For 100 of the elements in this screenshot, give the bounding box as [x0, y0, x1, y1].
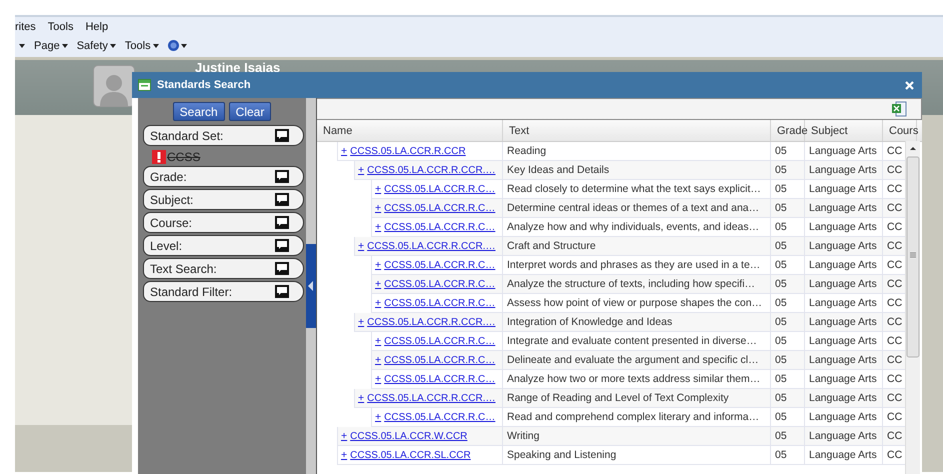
standard-link[interactable]: CCSS.05.LA.CCR.R.CCR.…: [367, 392, 496, 404]
expand-toggle[interactable]: +: [341, 430, 348, 442]
expand-toggle[interactable]: +: [375, 411, 382, 423]
speech-bubble-icon[interactable]: [275, 216, 289, 229]
help-icon[interactable]: [168, 40, 179, 51]
tree-node[interactable]: + CCSS.05.LA.CCR.R.C…: [371, 199, 503, 218]
action-button[interactable]: Search: [172, 102, 225, 121]
expand-toggle[interactable]: +: [341, 449, 348, 461]
standard-link[interactable]: CCSS.05.LA.CCR.W.CCR: [350, 430, 468, 442]
standard-link[interactable]: CCSS.05.LA.CCR.R.C…: [384, 298, 496, 308]
speech-bubble-icon[interactable]: [275, 170, 289, 183]
standard-link[interactable]: CCSS.05.LA.CCR.R.CCR: [350, 146, 466, 156]
grade-cell: 05: [771, 199, 805, 218]
menu-item[interactable]: rites: [15, 20, 36, 32]
window-icon: [138, 79, 151, 91]
tree-node[interactable]: + CCSS.05.LA.CCR.SL.CCR: [337, 446, 503, 465]
description-cell: Integration of Knowledge and Ideas: [503, 313, 771, 332]
speech-bubble-icon[interactable]: [275, 239, 289, 252]
expand-toggle[interactable]: +: [375, 354, 382, 366]
grade-cell: 05: [771, 389, 805, 408]
toolbar-menu-button[interactable]: Page: [34, 40, 68, 52]
filter-field[interactable]: Course:: [143, 212, 304, 233]
column-header[interactable]: Name: [317, 120, 503, 141]
tree-node[interactable]: + CCSS.05.LA.CCR.R.C…: [371, 275, 503, 294]
expand-toggle[interactable]: +: [358, 164, 364, 176]
expand-toggle[interactable]: +: [358, 392, 364, 404]
standard-link[interactable]: CCSS.05.LA.CCR.R.C…: [384, 336, 496, 346]
subject-cell: Language Arts: [805, 427, 883, 446]
speech-bubble-icon[interactable]: [275, 193, 289, 206]
dialog-title: Standards Search: [157, 79, 252, 91]
standard-link[interactable]: CCSS.05.LA.CCR.R.C…: [384, 374, 496, 384]
subject-cell: Language Arts: [805, 351, 883, 370]
expand-toggle[interactable]: +: [375, 278, 382, 290]
expand-toggle[interactable]: +: [375, 221, 382, 233]
standard-link[interactable]: CCSS.05.LA.CCR.R.C…: [384, 202, 496, 214]
action-button[interactable]: Clear: [228, 102, 272, 121]
menu-item[interactable]: Help: [85, 20, 108, 32]
expand-toggle[interactable]: +: [375, 373, 382, 385]
grade-cell: 05: [771, 427, 805, 446]
expand-toggle[interactable]: +: [375, 259, 382, 271]
standard-link[interactable]: CCSS.05.LA.CCR.R.C…: [384, 412, 496, 422]
standard-link[interactable]: CCSS.05.LA.CCR.R.C…: [384, 260, 496, 270]
expand-toggle[interactable]: +: [375, 202, 382, 214]
caret-icon: [152, 44, 159, 48]
subject-cell: Language Arts: [805, 237, 883, 256]
column-header[interactable]: Grade: [771, 120, 805, 141]
tree-node[interactable]: + CCSS.05.LA.CCR.R.CCR.…: [354, 237, 503, 256]
filter-field[interactable]: Subject:: [143, 189, 304, 210]
expand-toggle[interactable]: +: [375, 335, 382, 347]
speech-bubble-icon[interactable]: [275, 262, 289, 275]
expand-toggle[interactable]: +: [358, 240, 364, 252]
subject-cell: Language Arts: [805, 199, 883, 218]
speech-bubble-icon[interactable]: [275, 285, 289, 298]
grade-cell: 05: [771, 313, 805, 332]
description-cell: Key Ideas and Details: [503, 161, 771, 180]
scrollbar[interactable]: [905, 141, 920, 474]
grade-cell: 05: [771, 161, 805, 180]
filter-field[interactable]: Standard Filter:: [143, 281, 304, 302]
subject-cell: Language Arts: [805, 446, 883, 465]
filter-field[interactable]: Standard Set:: [143, 125, 304, 146]
toolbar-menu-button[interactable]: Tools: [124, 40, 159, 52]
standard-link[interactable]: CCSS.05.LA.CCR.R.CCR.…: [367, 316, 496, 328]
description-cell: Craft and Structure: [503, 237, 771, 256]
standard-link[interactable]: CCSS.05.LA.CCR.R.CCR.…: [367, 164, 496, 176]
description-cell: Writing: [503, 427, 771, 446]
description-cell: Determine central ideas or themes of a text and ana…: [503, 199, 771, 218]
expand-toggle[interactable]: +: [358, 316, 364, 328]
expand-toggle[interactable]: +: [341, 145, 348, 157]
menu-item[interactable]: Tools: [48, 20, 74, 32]
grade-cell: 05: [771, 446, 805, 465]
filter-field[interactable]: Grade:: [143, 166, 304, 187]
tree-node[interactable]: + CCSS.05.LA.CCR.R.C…: [371, 351, 503, 370]
tree-node[interactable]: + CCSS.05.LA.CCR.R.CCR.…: [354, 389, 503, 408]
column-header[interactable]: Text: [503, 120, 771, 141]
caret-icon: [110, 44, 116, 48]
caret-icon: [62, 44, 68, 48]
standard-link[interactable]: CCSS.05.LA.CCR.R.C…: [384, 278, 496, 290]
standard-link[interactable]: CCSS.05.LA.CCR.R.CCR.…: [367, 240, 496, 252]
speech-bubble-icon[interactable]: [275, 129, 289, 142]
spreadsheet-export-icon[interactable]: [891, 101, 907, 117]
tree-node[interactable]: + CCSS.05.LA.CCR.R.CCR.…: [354, 313, 503, 332]
caret-icon: [180, 44, 187, 48]
tree-node[interactable]: + CCSS.05.LA.CCR.W.CCR: [337, 427, 503, 446]
splitter[interactable]: [306, 98, 316, 474]
toolbar-menu-button[interactable]: Safety: [76, 40, 116, 52]
warning-icon: [152, 150, 166, 164]
tree-node[interactable]: + CCSS.05.LA.CCR.R.CCR.…: [354, 161, 503, 180]
expand-toggle[interactable]: +: [375, 183, 382, 195]
filter-field[interactable]: Text Search:: [143, 258, 304, 279]
filter-field[interactable]: Level:: [143, 235, 304, 256]
standard-link[interactable]: CCSS.05.LA.CCR.R.C…: [384, 222, 496, 232]
description-cell: Range of Reading and Level of Text Complexity: [503, 389, 771, 408]
caret-icon: [19, 44, 25, 48]
collapse-tab-icon[interactable]: [306, 244, 316, 328]
standard-link[interactable]: CCSS.05.LA.CCR.R.C…: [384, 354, 496, 366]
expand-toggle[interactable]: +: [375, 297, 382, 309]
description-cell: Delineate and evaluate the argument and specific cl…: [503, 351, 771, 370]
standard-link[interactable]: CCSS.05.LA.CCR.R.C…: [384, 184, 496, 194]
close-icon[interactable]: [905, 80, 914, 90]
standard-link[interactable]: CCSS.05.LA.CCR.SL.CCR: [350, 450, 471, 460]
